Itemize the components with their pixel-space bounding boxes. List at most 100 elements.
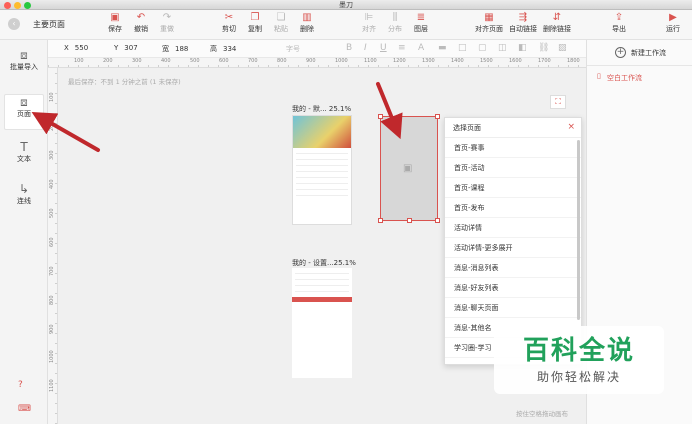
close-icon[interactable]: × bbox=[567, 122, 575, 132]
thumbnail-banner bbox=[293, 116, 351, 148]
ruler-tick-label: 1700 bbox=[538, 58, 551, 64]
popup-list-item[interactable]: 首页-发布 bbox=[445, 198, 581, 218]
ruler-tick-label: 700 bbox=[49, 266, 55, 276]
ruler-tick-label: 100 bbox=[49, 92, 55, 102]
resize-handle[interactable] bbox=[435, 218, 440, 223]
watermark-logo: 百科全说 助你轻松解决 bbox=[494, 326, 664, 394]
resize-handle[interactable] bbox=[435, 114, 440, 119]
ruler-tick-label: 900 bbox=[306, 58, 316, 64]
width-field[interactable]: 宽 188 bbox=[162, 44, 188, 54]
radius-icon[interactable]: ▢ bbox=[478, 43, 487, 53]
page-thumbnail[interactable] bbox=[292, 268, 352, 378]
popup-title: 选择页面 bbox=[453, 124, 481, 132]
popup-list-item[interactable]: 首页-课程 bbox=[445, 178, 581, 198]
height-field[interactable]: 高 334 bbox=[210, 44, 236, 54]
ruler-tick-label: 1600 bbox=[509, 58, 522, 64]
image-import-icon: ⧈ bbox=[20, 48, 28, 62]
font-color-icon[interactable]: A bbox=[418, 43, 424, 53]
sidebar-item-page[interactable]: ⧈ 页面 bbox=[4, 94, 44, 130]
trash-icon: ▥ bbox=[302, 12, 312, 23]
layers-icon: ≣ bbox=[416, 12, 426, 23]
page-thumbnail[interactable] bbox=[292, 115, 352, 225]
sidebar-item-connector[interactable]: ↳ 连线 bbox=[4, 182, 44, 216]
ruler-tick-label: 900 bbox=[49, 324, 55, 334]
ruler-tick-label: 1100 bbox=[364, 58, 377, 64]
selected-page-frame[interactable]: ▣ bbox=[378, 114, 440, 223]
frame-label[interactable]: 我的 - 默... 25.1% bbox=[292, 104, 351, 114]
document-icon: ▯ bbox=[597, 72, 601, 80]
fill-icon[interactable]: ▬ bbox=[438, 43, 447, 53]
frame-label[interactable]: 我的 - 设置...25.1% bbox=[292, 258, 356, 268]
link-icon: ⇶ bbox=[518, 12, 528, 23]
scrollbar[interactable] bbox=[577, 140, 580, 320]
unlink-icon: ⇵ bbox=[552, 12, 562, 23]
help-icon[interactable]: ? bbox=[18, 380, 23, 390]
watermark-title: 百科全说 bbox=[522, 336, 635, 366]
redo-button[interactable]: ↷ 重做 bbox=[152, 12, 182, 38]
new-workflow-button[interactable]: + 新建工作流 bbox=[587, 40, 692, 66]
layers-button[interactable]: ≣ 图层 bbox=[406, 12, 436, 38]
resize-handle[interactable] bbox=[378, 218, 383, 223]
main-toolbar: ‹ 主要页面 ▣ 保存 ↶ 撤销 ↷ 重做 ✂ 剪切 ❐ 复制 ❏ 粘贴 ▥ 删除 ⊫ 对齐 ⫼… bbox=[0, 10, 692, 40]
image-setting-icon[interactable]: ▨ bbox=[558, 43, 567, 53]
popup-list-item[interactable]: 活动详情 bbox=[445, 218, 581, 238]
ruler-tick-label: 600 bbox=[49, 237, 55, 247]
back-button[interactable]: ‹ bbox=[8, 18, 20, 30]
ruler-tick-label: 1200 bbox=[393, 58, 406, 64]
popup-header: 选择页面 × bbox=[445, 118, 581, 138]
run-button[interactable]: ▶ 运行 bbox=[658, 12, 688, 38]
popup-list-item[interactable]: 消息-好友列表 bbox=[445, 278, 581, 298]
popup-list-item[interactable]: 消息-消息列表 bbox=[445, 258, 581, 278]
autosave-status: 最后保存：不到 1 分钟之前 (1 未保存) bbox=[68, 78, 181, 86]
ruler-tick-label: 800 bbox=[49, 295, 55, 305]
ruler-tick-label: 1000 bbox=[335, 58, 348, 64]
auto-link-button[interactable]: ⇶ 自动链接 bbox=[506, 12, 540, 38]
redo-icon: ↷ bbox=[162, 12, 172, 23]
ruler-tick-label: 300 bbox=[49, 150, 55, 160]
keyboard-icon[interactable]: ⌨ bbox=[18, 404, 31, 414]
sidebar-item-text[interactable]: T 文本 bbox=[4, 140, 44, 174]
fit-screen-button[interactable]: ⛶ bbox=[550, 95, 566, 109]
canvas-hint: 按住空格拖动画布 bbox=[516, 410, 568, 418]
border-icon[interactable]: □ bbox=[458, 43, 467, 53]
resize-handle[interactable] bbox=[407, 218, 412, 223]
underline-icon[interactable]: U bbox=[380, 43, 387, 53]
link-setting-icon[interactable]: ⛓ bbox=[538, 43, 549, 53]
popup-list-item[interactable]: 活动详情-更多展开 bbox=[445, 238, 581, 258]
ruler-tick-label: 600 bbox=[219, 58, 229, 64]
export-button[interactable]: ⇪ 导出 bbox=[604, 12, 634, 38]
align-page-button[interactable]: ▦ 对齐页面 bbox=[472, 12, 506, 38]
resize-handle[interactable] bbox=[378, 114, 383, 119]
ruler-tick-label: 1500 bbox=[480, 58, 493, 64]
ruler-tick-label: 200 bbox=[49, 121, 55, 131]
fit-screen-icon: ⛶ bbox=[555, 97, 561, 106]
ruler-tick-label: 500 bbox=[49, 208, 55, 218]
page-list: 首页-赛事 首页-活动 首页-课程 首页-发布 活动详情 活动详情-更多展开 消息-消息列表… bbox=[445, 138, 581, 358]
popup-list-item[interactable]: 首页-活动 bbox=[445, 158, 581, 178]
y-field[interactable]: Y 307 bbox=[114, 44, 138, 52]
remove-link-button[interactable]: ⇵ 删除链接 bbox=[540, 12, 574, 38]
x-field[interactable]: X 550 bbox=[64, 44, 88, 52]
popup-list-item[interactable]: 消息-聊天页面 bbox=[445, 298, 581, 318]
ruler-tick-label: 400 bbox=[49, 179, 55, 189]
text-align-icon[interactable]: ≡ bbox=[398, 43, 406, 53]
delete-button[interactable]: ▥ 删除 bbox=[292, 12, 322, 38]
left-sidebar: ⧈ 批量导入 ⧈ 页面 T 文本 ↳ 连线 ? ⌨ bbox=[0, 40, 48, 424]
ruler-tick-label: 800 bbox=[277, 58, 287, 64]
font-size-field[interactable]: 字号 bbox=[286, 44, 300, 54]
opacity-icon[interactable]: ◧ bbox=[518, 43, 527, 53]
sidebar-item-batch-import[interactable]: ⧈ 批量导入 bbox=[4, 48, 44, 84]
plus-icon: + bbox=[615, 47, 626, 58]
thumbnail-button bbox=[292, 297, 352, 302]
ruler-tick-label: 1400 bbox=[451, 58, 464, 64]
ruler-tick-label: 1100 bbox=[49, 379, 55, 392]
bold-icon[interactable]: B bbox=[346, 43, 352, 53]
page-icon: ⧈ bbox=[20, 95, 28, 109]
ruler-tick-label: 200 bbox=[103, 58, 113, 64]
popup-list-item[interactable]: 首页-赛事 bbox=[445, 138, 581, 158]
shadow-icon[interactable]: ◫ bbox=[498, 43, 507, 53]
export-icon: ⇪ bbox=[614, 12, 624, 23]
document-title: 主要页面 bbox=[33, 20, 65, 29]
italic-icon[interactable]: I bbox=[364, 43, 367, 53]
workflow-item[interactable]: ▯ 空白工作流 bbox=[587, 70, 692, 86]
